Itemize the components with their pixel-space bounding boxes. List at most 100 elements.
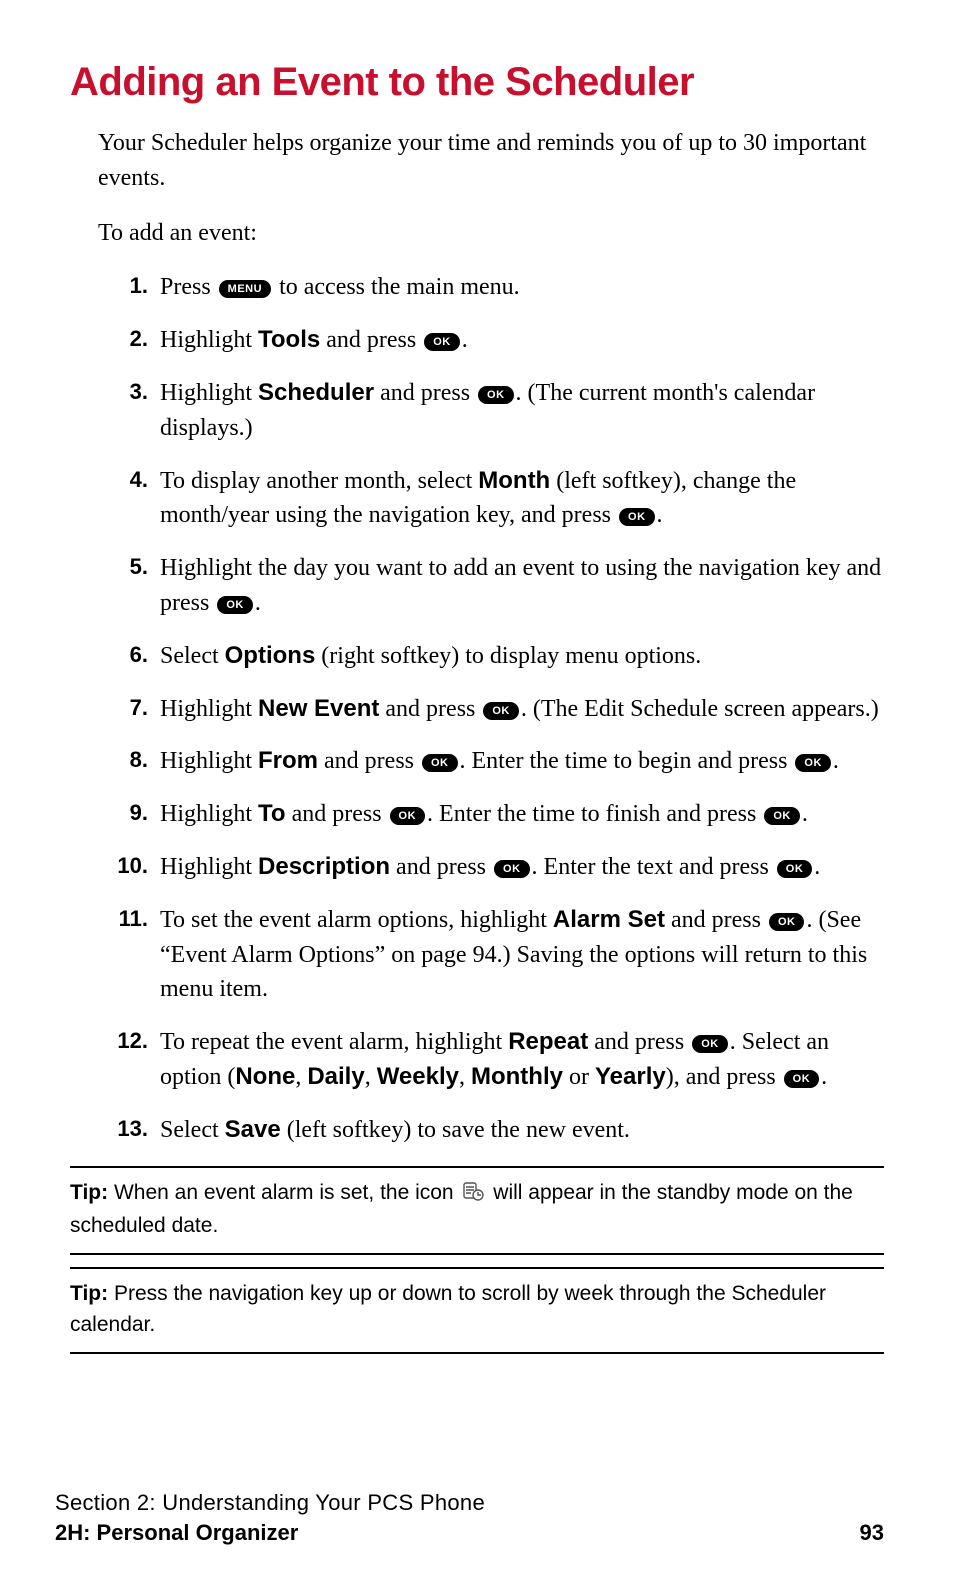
step-text: . (802, 801, 808, 827)
bold-term: Scheduler (258, 379, 374, 406)
step-10: 10. Highlight Description and press OK. … (102, 850, 884, 885)
step-5: 5. Highlight the day you want to add an … (102, 551, 884, 621)
lead-text: To add an event: (70, 216, 884, 251)
bold-term: Tools (258, 326, 320, 353)
step-text: and press (374, 380, 476, 406)
bold-term: Repeat (508, 1028, 588, 1055)
bold-term: Yearly (595, 1063, 666, 1090)
step-text: . (The Edit Schedule screen appears.) (521, 696, 879, 722)
step-number: 2. (102, 323, 148, 355)
step-7: 7. Highlight New Event and press OK. (Th… (102, 692, 884, 727)
tip-box-2: Tip: Press the navigation key up or down… (70, 1267, 884, 1354)
step-text: . Enter the time to finish and press (427, 801, 762, 827)
bold-term: Monthly (471, 1063, 563, 1090)
manual-page: Adding an Event to the Scheduler Your Sc… (0, 0, 954, 1590)
step-number: 9. (102, 797, 148, 829)
bold-term: Daily (307, 1063, 364, 1090)
bold-term: Description (258, 853, 390, 880)
step-text: Select (160, 643, 225, 669)
step-text: , (365, 1064, 377, 1090)
step-text: or (563, 1064, 595, 1090)
step-text: and press (379, 696, 481, 722)
step-3: 3. Highlight Scheduler and press OK. (Th… (102, 376, 884, 446)
step-number: 10. (102, 850, 148, 882)
ok-key-icon: OK (619, 508, 655, 526)
step-text: . Enter the text and press (532, 854, 775, 880)
step-text: . (821, 1064, 827, 1090)
step-text: . (833, 748, 839, 774)
step-text: To display another month, select (160, 468, 478, 494)
step-text: and press (286, 801, 388, 827)
bold-term: Month (478, 467, 550, 494)
step-1: 1. Press MENU to access the main menu. (102, 270, 884, 305)
menu-key-icon: MENU (219, 280, 271, 298)
alarm-icon (461, 1180, 485, 1211)
step-text: . (462, 327, 468, 353)
page-title: Adding an Event to the Scheduler (70, 60, 884, 104)
step-number: 6. (102, 639, 148, 671)
step-text: Press (160, 274, 217, 300)
bold-term: To (258, 800, 286, 827)
step-number: 12. (102, 1025, 148, 1057)
ok-key-icon: OK (483, 702, 519, 720)
step-6: 6. Select Options (right softkey) to dis… (102, 639, 884, 674)
step-8: 8. Highlight From and press OK. Enter th… (102, 744, 884, 779)
step-12: 12. To repeat the event alarm, highlight… (102, 1025, 884, 1095)
step-number: 11. (102, 903, 148, 935)
step-text: Select (160, 1117, 225, 1143)
step-number: 7. (102, 692, 148, 724)
step-text: Highlight (160, 801, 258, 827)
step-9: 9. Highlight To and press OK. Enter the … (102, 797, 884, 832)
bold-term: From (258, 747, 318, 774)
step-text: . (814, 854, 820, 880)
page-number: 93 (860, 1520, 884, 1546)
step-text: Highlight the day you want to add an eve… (160, 555, 881, 616)
ok-key-icon: OK (784, 1070, 820, 1088)
step-text: Highlight (160, 696, 258, 722)
step-text: . (255, 590, 261, 616)
step-text: . (657, 502, 663, 528)
step-number: 5. (102, 551, 148, 583)
step-11: 11. To set the event alarm options, high… (102, 903, 884, 1007)
step-text: (left softkey) to save the new event. (281, 1117, 630, 1143)
step-text: and press (390, 854, 492, 880)
page-footer: Section 2: Understanding Your PCS Phone … (55, 1490, 884, 1546)
bold-term: None (235, 1063, 295, 1090)
step-number: 1. (102, 270, 148, 302)
step-text: To repeat the event alarm, highlight (160, 1029, 508, 1055)
bold-term: Options (225, 642, 316, 669)
step-text: to access the main menu. (273, 274, 520, 300)
step-number: 13. (102, 1113, 148, 1145)
ok-key-icon: OK (217, 596, 253, 614)
step-text: , (459, 1064, 471, 1090)
ok-key-icon: OK (390, 807, 426, 825)
step-text: ), and press (666, 1064, 782, 1090)
bold-term: New Event (258, 695, 379, 722)
step-text: . Enter the time to begin and press (460, 748, 794, 774)
ok-key-icon: OK (795, 754, 831, 772)
ok-key-icon: OK (769, 913, 805, 931)
ok-key-icon: OK (692, 1035, 728, 1053)
tip-text: Press the navigation key up or down to s… (70, 1282, 826, 1335)
step-13: 13. Select Save (left softkey) to save t… (102, 1113, 884, 1148)
ok-key-icon: OK (777, 860, 813, 878)
step-number: 3. (102, 376, 148, 408)
step-text: To set the event alarm options, highligh… (160, 907, 553, 933)
step-text: Highlight (160, 854, 258, 880)
step-text: (right softkey) to display menu options. (315, 643, 701, 669)
step-number: 8. (102, 744, 148, 776)
bold-term: Weekly (377, 1063, 459, 1090)
ok-key-icon: OK (764, 807, 800, 825)
step-text: Highlight (160, 380, 258, 406)
step-text: and press (320, 327, 422, 353)
step-4: 4. To display another month, select Mont… (102, 464, 884, 534)
footer-chapter: 2H: Personal Organizer (55, 1520, 298, 1546)
step-text: and press (665, 907, 767, 933)
ok-key-icon: OK (494, 860, 530, 878)
tip-label: Tip: (70, 1181, 108, 1204)
bold-term: Alarm Set (553, 906, 665, 933)
tip-box-1: Tip: When an event alarm is set, the ico… (70, 1166, 884, 1256)
step-text: and press (588, 1029, 690, 1055)
step-2: 2. Highlight Tools and press OK. (102, 323, 884, 358)
bold-term: Save (225, 1116, 281, 1143)
